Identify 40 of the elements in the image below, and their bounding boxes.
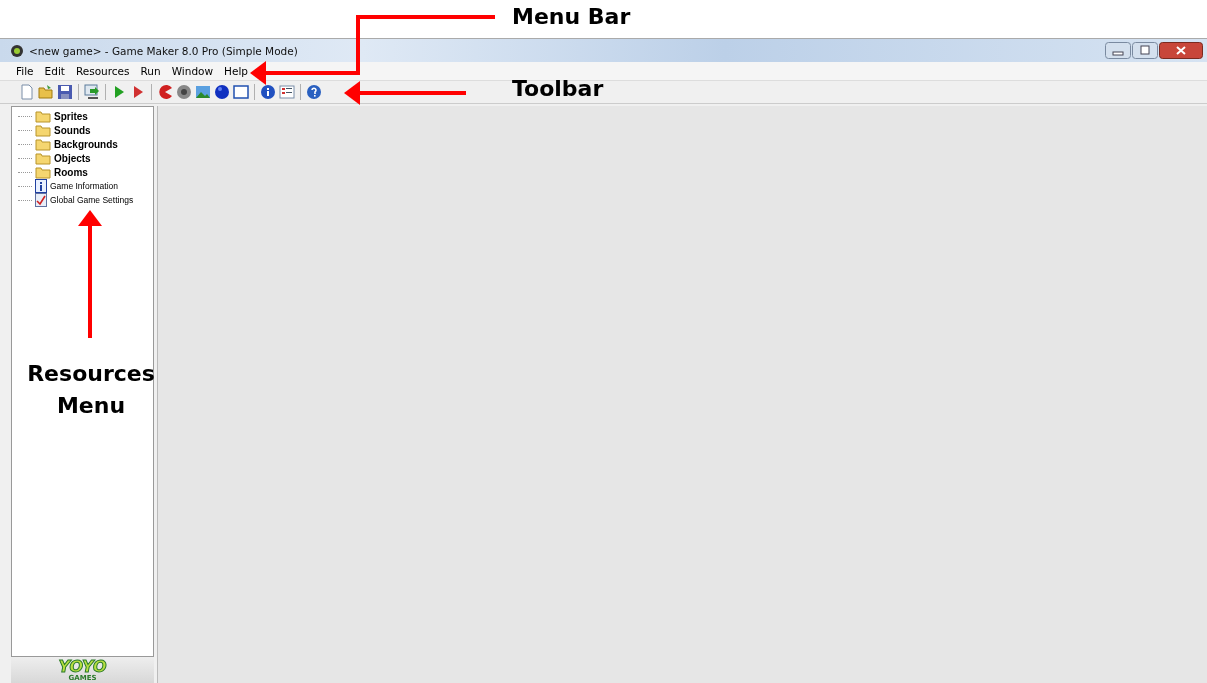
ball-icon[interactable] [214,84,230,100]
menu-item[interactable]: Window [171,65,214,77]
save-icon[interactable] [57,84,73,100]
export-icon[interactable] [84,84,100,100]
tree-item[interactable]: Global Game Settings [50,195,134,205]
menu-item[interactable]: Edit [44,65,65,77]
app-icon [10,43,24,58]
menu-item[interactable]: Help [224,65,249,77]
checklist-icon [35,193,47,207]
tree-item[interactable]: Sounds [54,124,91,136]
landscape-icon[interactable] [195,84,211,100]
logo-text: YOYO [58,658,107,674]
menu-item[interactable]: Resources [75,65,130,77]
folder-icon [35,137,51,151]
folder-icon [35,165,51,179]
close-icon[interactable] [1159,42,1203,59]
open-folder-icon[interactable] [38,84,54,100]
menu-item[interactable]: File [16,65,34,77]
annotation-label: Menu Bar [512,4,631,29]
help-icon[interactable] [306,84,322,100]
info-icon[interactable] [260,84,276,100]
restore-icon[interactable] [1132,42,1158,59]
pacman-icon[interactable] [157,84,173,100]
window-icon[interactable] [233,84,249,100]
annotation-label: Resources Menu [26,360,156,420]
tree-item[interactable]: Sprites [54,110,88,122]
window-title: <new game> - Game Maker 8.0 Pro (Simple Mode) [29,44,298,57]
folder-icon [35,151,51,165]
annotation-label: Toolbar [512,76,604,101]
info-icon [35,179,47,193]
tree-item[interactable]: Game Information [50,181,119,191]
speaker-icon[interactable] [176,84,192,100]
tree-item[interactable]: Backgrounds [54,138,118,150]
folder-icon [35,109,51,123]
menu-item[interactable]: Run [140,65,161,77]
list-icon[interactable] [279,84,295,100]
tree-item[interactable]: Objects [54,152,91,164]
minimize-icon[interactable] [1105,42,1131,59]
folder-icon [35,123,51,137]
tree-item[interactable]: Rooms [54,166,88,178]
